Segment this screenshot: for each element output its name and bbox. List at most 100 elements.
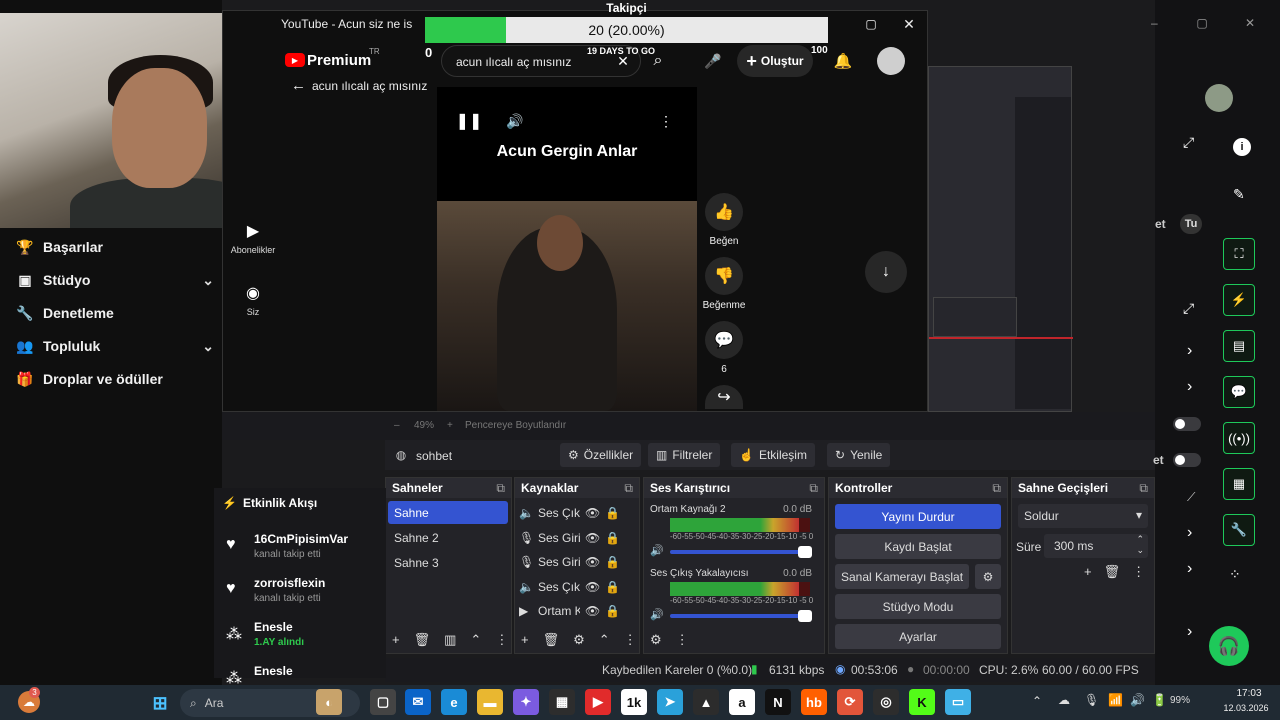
toggle-switch[interactable]: [1173, 453, 1201, 467]
volume-icon[interactable]: 🔊: [505, 111, 525, 131]
support-icon[interactable]: 🎧: [1209, 626, 1249, 666]
youtube-icon[interactable]: ▶: [585, 689, 611, 715]
clock-date[interactable]: 12.03.2026: [1218, 703, 1274, 713]
nav-item-studio[interactable]: ▣ Stüdyo ⌄: [14, 267, 214, 293]
chart-icon[interactable]: ⟋: [1187, 490, 1195, 505]
start-virtualcam-button[interactable]: Sanal Kamerayı Başlat: [835, 564, 969, 589]
refresh-button[interactable]: ↻ Yenile: [827, 443, 891, 467]
share-icon[interactable]: ↪: [705, 385, 743, 409]
nav-item-community[interactable]: 👥 Topluluk ⌄: [14, 333, 214, 359]
volume-slider[interactable]: [670, 610, 812, 622]
start-recording-button[interactable]: Kaydı Başlat: [835, 534, 1001, 559]
comment-icon[interactable]: 💬: [705, 321, 743, 359]
feed-item[interactable]: ♥ 16CmPipisimVar kanalı takip etti: [226, 530, 376, 570]
interact-button[interactable]: ☝ Etkileşim: [731, 443, 815, 467]
pause-icon[interactable]: ❚❚: [456, 111, 483, 131]
sidebar-item-you[interactable]: ◉ Siz: [227, 283, 279, 317]
undock-icon[interactable]: ⧉: [992, 481, 1001, 496]
game-icon[interactable]: ◐: [316, 689, 342, 715]
wrench-icon[interactable]: 🔧: [1223, 514, 1255, 546]
1k-icon[interactable]: 1k: [621, 689, 647, 715]
next-short-icon[interactable]: ↓: [865, 251, 907, 293]
hepsiburada-icon[interactable]: hb: [801, 689, 827, 715]
pencil-icon[interactable]: ✎: [1233, 186, 1245, 203]
settings-button[interactable]: Ayarlar: [835, 624, 1001, 649]
lock-icon[interactable]: 🔒: [605, 555, 620, 569]
eye-icon[interactable]: 👁: [585, 604, 600, 618]
feed-item[interactable]: ⁂ Enesle 1.AY alındı: [226, 618, 376, 658]
screen-capture-icon[interactable]: ⛶: [1223, 238, 1255, 270]
chevron-right-icon[interactable]: ›: [1187, 560, 1192, 578]
maximize-icon[interactable]: ▢: [1195, 16, 1209, 30]
gear-icon[interactable]: ⚙: [975, 564, 1001, 589]
edge-icon[interactable]: e: [441, 689, 467, 715]
layout-icon[interactable]: ▦: [1223, 468, 1255, 500]
wifi-icon[interactable]: 📶: [1108, 693, 1123, 707]
copilot-icon[interactable]: ✦: [513, 689, 539, 715]
broadcast-icon[interactable]: ((•)): [1223, 422, 1255, 454]
studio-mode-button[interactable]: Stüdyo Modu: [835, 594, 1001, 619]
stop-stream-button[interactable]: Yayını Durdur: [835, 504, 1001, 529]
undock-icon[interactable]: ⧉: [809, 481, 818, 496]
nav-item-moderation[interactable]: 🔧 Denetleme: [14, 300, 214, 326]
folder-icon[interactable]: ▬: [477, 689, 503, 715]
kick-icon[interactable]: K: [909, 689, 935, 715]
gear-icon[interactable]: ⚙: [573, 632, 585, 648]
lock-icon[interactable]: 🔒: [605, 580, 620, 594]
telegram-icon[interactable]: ➤: [657, 689, 683, 715]
outlook-icon[interactable]: ✉: [405, 689, 431, 715]
scene-item[interactable]: Sahne: [388, 501, 508, 524]
scene-item[interactable]: Sahne 2: [388, 526, 508, 549]
lock-icon[interactable]: 🔒: [605, 506, 620, 520]
undock-icon[interactable]: ⧉: [496, 481, 505, 496]
chip[interactable]: Tu: [1180, 214, 1202, 234]
duration-stepper[interactable]: 300 ms ⌃ ⌄: [1044, 534, 1148, 558]
nav-item-achievements[interactable]: 🏆 Başarılar: [14, 234, 214, 260]
store-icon[interactable]: ▦: [549, 689, 575, 715]
scene-item[interactable]: Sahne 3: [388, 551, 508, 574]
properties-button[interactable]: ⚙ Özellikler: [560, 443, 642, 467]
back-arrow-icon[interactable]: ←: [291, 77, 306, 94]
trash-icon[interactable]: 🗑: [543, 632, 560, 648]
battery-icon[interactable]: 🔋: [1152, 693, 1167, 707]
obs-window-icon[interactable]: ▭: [945, 689, 971, 715]
maximize-icon[interactable]: ▢: [861, 15, 881, 33]
transition-select[interactable]: Soldur ▾: [1018, 504, 1148, 528]
volume-icon[interactable]: 🔊: [650, 544, 664, 557]
lock-icon[interactable]: 🔒: [605, 531, 620, 545]
back-query-row[interactable]: ← acun ılıcalı aç mısınız: [291, 77, 427, 94]
file-icon[interactable]: ▢: [370, 689, 396, 715]
undock-icon[interactable]: ⧉: [624, 481, 633, 496]
filter-icon[interactable]: ▥: [444, 632, 456, 648]
close-icon[interactable]: ✕: [899, 15, 919, 33]
slider-handle[interactable]: [798, 546, 812, 558]
app-icon[interactable]: ⟳: [837, 689, 863, 715]
source-item[interactable]: 🎙 Ses Giri: 👁 🔒: [519, 551, 629, 573]
like-icon[interactable]: 👍: [705, 193, 743, 231]
netflix-icon[interactable]: N: [765, 689, 791, 715]
minimize-icon[interactable]: –: [1151, 16, 1158, 30]
more-options-icon[interactable]: ⋮: [676, 632, 689, 648]
eye-icon[interactable]: 👁: [585, 506, 600, 520]
source-item[interactable]: 🎙 Ses Giri: 👁 🔒: [519, 527, 629, 549]
lightning-icon[interactable]: ⚡: [1223, 284, 1255, 316]
clock-time[interactable]: 17:03: [1224, 688, 1274, 699]
mic-icon[interactable]: 🎙: [1084, 693, 1099, 707]
chevron-up-icon[interactable]: ⌃: [470, 632, 481, 648]
chrome-icon[interactable]: ◎: [873, 689, 899, 715]
bell-icon[interactable]: 🔔: [829, 47, 857, 75]
dislike-icon[interactable]: 👎: [705, 257, 743, 295]
onedrive-icon[interactable]: ☁: [1058, 693, 1070, 707]
trash-icon[interactable]: 🗑: [1104, 564, 1121, 580]
trash-icon[interactable]: 🗑: [414, 632, 431, 648]
undock-icon[interactable]: ⧉: [1139, 481, 1148, 496]
slider-handle[interactable]: [798, 610, 812, 622]
filters-button[interactable]: ▥ Filtreler: [648, 443, 721, 467]
fit-window-label[interactable]: Pencereye Boyutlandır: [465, 420, 566, 431]
avatar[interactable]: [877, 47, 905, 75]
chevron-right-icon[interactable]: ›: [1187, 524, 1192, 542]
start-icon[interactable]: ⊞: [147, 690, 173, 716]
volume-slider[interactable]: [670, 546, 812, 558]
sidebar-item-subscriptions[interactable]: ▶ Abonelikler: [227, 221, 279, 255]
more-options-icon[interactable]: ⋮: [1132, 564, 1145, 580]
